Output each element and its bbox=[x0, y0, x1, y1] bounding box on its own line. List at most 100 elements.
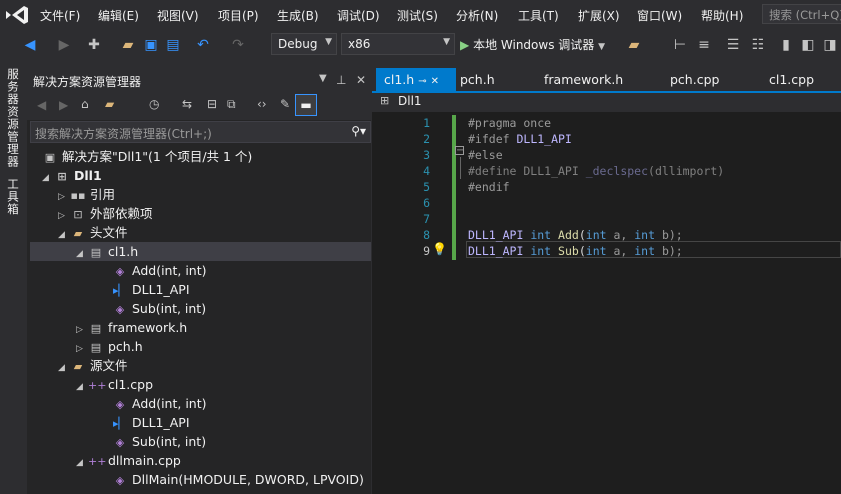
tree-item-sub[interactable]: ◈ Sub(int, int) bbox=[100, 299, 206, 318]
toolbox-tab[interactable]: 工具箱 bbox=[5, 178, 21, 216]
menu-view[interactable]: 视图(V) bbox=[157, 7, 199, 24]
comment-icon[interactable]: ☰ bbox=[725, 37, 741, 53]
header-file-icon: ▤ bbox=[90, 322, 102, 335]
pin-icon[interactable]: ⊸ bbox=[418, 76, 426, 87]
header-file-icon: ▤ bbox=[90, 341, 102, 354]
code-token: #endif bbox=[468, 180, 510, 194]
menu-extensions[interactable]: 扩展(X) bbox=[578, 7, 620, 24]
tree-item-external-deps[interactable]: ▷ ⊡ 外部依赖项 bbox=[58, 204, 153, 223]
solution-explorer-toolbar: ◀ ▶ ⌂ ▰ ◷ ⇆ ⊟ ⧉ ‹› ✎ ▬ bbox=[27, 92, 371, 120]
line-number: 9 bbox=[423, 244, 430, 258]
attach-icon[interactable]: ▰ bbox=[626, 37, 642, 53]
bookmark-icon[interactable]: ▮ bbox=[778, 37, 794, 53]
code-token: Sub bbox=[558, 244, 579, 258]
tab-cl1-h[interactable]: cl1.h ⊸ ✕ bbox=[376, 68, 456, 91]
menu-project[interactable]: 项目(P) bbox=[218, 7, 259, 24]
menu-tools[interactable]: 工具(T) bbox=[518, 7, 559, 24]
collapse-all-icon[interactable]: ⊟ bbox=[207, 97, 217, 111]
tree-item-header-files[interactable]: ◢ ▰ 头文件 bbox=[58, 223, 128, 242]
sync-icon[interactable]: ⇆ bbox=[182, 97, 192, 111]
function-icon: ◈ bbox=[115, 398, 125, 411]
solution-explorer-header: 解决方案资源管理器 ▼ ⊥ ✕ bbox=[27, 68, 371, 92]
pending-changes-icon[interactable]: ◷ bbox=[149, 97, 159, 111]
tree-item-solution[interactable]: ▣ 解决方案"Dll1"(1 个项目/共 1 个) bbox=[30, 147, 253, 166]
tree-label: DllMain(HMODULE, DWORD, LPVOID) bbox=[132, 472, 364, 487]
format-icon[interactable]: ≡ bbox=[696, 37, 712, 53]
menu-edit[interactable]: 编辑(E) bbox=[98, 7, 139, 24]
tree-item-add-impl[interactable]: ◈ Add(int, int) bbox=[100, 394, 207, 413]
server-explorer-tab[interactable]: 服务器资源管理器 bbox=[5, 68, 21, 168]
tree-item-dllmain[interactable]: ◈ DllMain(HMODULE, DWORD, LPVOID) bbox=[100, 470, 364, 489]
redo-icon[interactable]: ↷ bbox=[230, 37, 246, 53]
search-icon[interactable]: ⚲▾ bbox=[351, 124, 366, 138]
configuration-select[interactable]: Debug ▼ bbox=[271, 33, 337, 55]
search-box[interactable]: 搜索 (Ctrl+Q) bbox=[762, 4, 841, 24]
menu-help[interactable]: 帮助(H) bbox=[701, 7, 743, 24]
tree-item-references[interactable]: ▷ ▪▪ 引用 bbox=[58, 185, 115, 204]
menu-analyze[interactable]: 分析(N) bbox=[456, 7, 498, 24]
solution-search-input[interactable]: 搜索解决方案资源管理器(Ctrl+;) ⚲▾ bbox=[30, 121, 371, 143]
properties-icon[interactable]: ✎ bbox=[280, 97, 290, 111]
nav-scope: Dll1 bbox=[398, 94, 422, 108]
code-line-8: DLL1_API int Add(int a, int b); bbox=[468, 228, 683, 242]
tree-item-sub-impl[interactable]: ◈ Sub(int, int) bbox=[100, 432, 206, 451]
back-icon[interactable]: ◀ bbox=[37, 98, 46, 112]
menu-file[interactable]: 文件(F) bbox=[40, 7, 80, 24]
code-token: DLL1_API bbox=[468, 228, 524, 242]
start-debugging-button[interactable]: ▶ 本地 Windows 调试器 ▼ bbox=[460, 36, 605, 53]
code-token: #pragma once bbox=[468, 116, 552, 130]
pin-icon[interactable]: ⊥ bbox=[336, 73, 346, 87]
save-all-icon[interactable]: ▤ bbox=[165, 37, 181, 53]
tree-item-source-files[interactable]: ◢ ▰ 源文件 bbox=[58, 356, 128, 375]
tree-label: DLL1_API bbox=[132, 282, 190, 297]
tree-item-project[interactable]: ◢ ⊞ Dll1 bbox=[42, 166, 102, 185]
save-icon[interactable]: ▣ bbox=[143, 37, 159, 53]
panel-title: 解决方案资源管理器 bbox=[33, 75, 142, 89]
tree-item-pch-h[interactable]: ▷ ▤ pch.h bbox=[76, 337, 143, 356]
tree-item-cl1-h[interactable]: ◢ ▤ cl1.h bbox=[30, 242, 371, 261]
back-icon[interactable]: ◀ bbox=[22, 37, 38, 53]
bookmark-prev-icon[interactable]: ◧ bbox=[800, 37, 816, 53]
platform-select[interactable]: x86 ▼ bbox=[341, 33, 455, 55]
references-icon: ▪▪ bbox=[70, 189, 86, 202]
home-icon[interactable]: ⌂ bbox=[81, 97, 89, 111]
line-number: 2 bbox=[423, 132, 430, 146]
close-icon[interactable]: ✕ bbox=[356, 73, 366, 87]
view-code-icon[interactable]: ‹› bbox=[257, 97, 267, 111]
menu-build[interactable]: 生成(B) bbox=[277, 7, 319, 24]
step-icon[interactable]: ⊢ bbox=[672, 37, 688, 53]
forward-icon[interactable]: ▶ bbox=[59, 98, 68, 112]
tab-cl1-cpp[interactable]: cl1.cpp bbox=[761, 68, 822, 91]
bookmark-next-icon[interactable]: ◨ bbox=[822, 37, 838, 53]
collapse-icon[interactable]: − bbox=[455, 146, 464, 156]
dropdown-icon[interactable]: ▼ bbox=[319, 73, 327, 84]
tree-item-dll1-api[interactable]: ▸▏ DLL1_API bbox=[100, 280, 190, 299]
menu-debug[interactable]: 调试(D) bbox=[337, 7, 380, 24]
tree-item-cl1-cpp[interactable]: ◢ ++ cl1.cpp bbox=[76, 375, 153, 394]
code-token: int bbox=[585, 244, 607, 258]
tree-item-dllmain-cpp[interactable]: ◢ ++ dllmain.cpp bbox=[76, 451, 181, 470]
tree-item-dll1-api-impl[interactable]: ▸▏ DLL1_API bbox=[100, 413, 190, 432]
tab-pch-cpp[interactable]: pch.cpp bbox=[662, 68, 727, 91]
preview-icon[interactable]: ▬ bbox=[295, 94, 317, 116]
show-all-files-icon[interactable]: ⧉ bbox=[227, 97, 236, 112]
close-icon[interactable]: ✕ bbox=[431, 76, 439, 87]
tree-item-framework-h[interactable]: ▷ ▤ framework.h bbox=[76, 318, 187, 337]
line-number: 3 bbox=[423, 148, 430, 162]
code-token: DLL1_API bbox=[516, 132, 572, 146]
uncomment-icon[interactable]: ☷ bbox=[750, 37, 766, 53]
code-line-5: #endif bbox=[468, 180, 510, 194]
switch-views-icon[interactable]: ▰ bbox=[105, 97, 114, 111]
tab-pch-h[interactable]: pch.h bbox=[452, 68, 503, 91]
lightbulb-icon[interactable]: 💡 bbox=[432, 242, 447, 256]
tab-framework-h[interactable]: framework.h bbox=[536, 68, 631, 91]
tree-item-add[interactable]: ◈ Add(int, int) bbox=[100, 261, 207, 280]
navigation-bar[interactable]: ⊞ Dll1 bbox=[372, 91, 841, 112]
new-project-icon[interactable]: ✚ bbox=[86, 37, 102, 53]
tree-label: cl1.h bbox=[108, 244, 139, 259]
menu-window[interactable]: 窗口(W) bbox=[637, 7, 682, 24]
forward-icon[interactable]: ▶ bbox=[56, 37, 72, 53]
menu-test[interactable]: 测试(S) bbox=[397, 7, 438, 24]
undo-icon[interactable]: ↶ bbox=[195, 37, 211, 53]
open-folder-icon[interactable]: ▰ bbox=[120, 37, 136, 53]
